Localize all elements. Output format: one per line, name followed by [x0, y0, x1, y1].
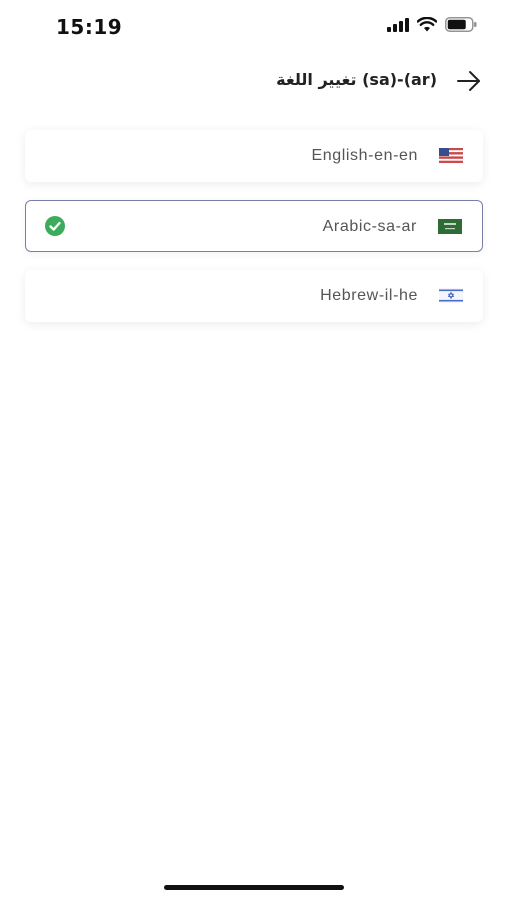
cellular-signal-icon — [387, 17, 409, 32]
language-label: English-en-en — [311, 147, 418, 164]
status-time: 15:19 — [56, 15, 123, 39]
battery-icon — [445, 17, 477, 32]
language-option-hebrew[interactable]: Hebrew-il-he — [25, 270, 483, 322]
app-header: تغيير اللغة (sa)-(ar) — [0, 62, 507, 100]
israel-flag-icon — [439, 288, 463, 303]
check-circle-icon — [45, 216, 65, 236]
status-bar: 15:19 — [0, 0, 507, 56]
wifi-icon — [417, 17, 437, 32]
language-option-arabic[interactable]: Arabic-sa-ar — [25, 200, 483, 252]
language-list: English-en-en Arabic-sa-ar Hebrew-il-he — [25, 130, 483, 340]
home-indicator[interactable] — [164, 885, 344, 890]
language-label: Arabic-sa-ar — [322, 218, 417, 235]
page-title: تغيير اللغة (sa)-(ar) — [276, 70, 437, 89]
saudi-flag-icon — [438, 219, 462, 234]
arrow-right-icon[interactable] — [455, 69, 483, 93]
us-flag-icon — [439, 148, 463, 163]
language-label: Hebrew-il-he — [320, 287, 418, 304]
status-icons — [387, 17, 477, 32]
language-option-english[interactable]: English-en-en — [25, 130, 483, 182]
